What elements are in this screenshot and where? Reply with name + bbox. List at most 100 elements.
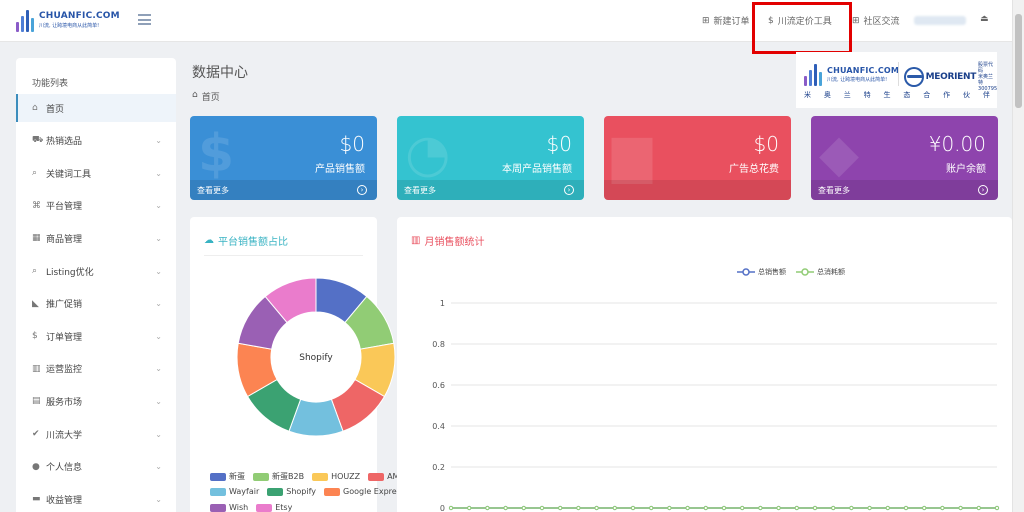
nav-new-order[interactable]: ⊞ 新建订单 xyxy=(702,14,750,28)
legend-label: Shopify xyxy=(286,487,317,496)
legend-label: HOUZZ xyxy=(331,472,361,481)
partner-banner[interactable]: CHUANFIC.COM 川流, 让跨境电商从此简单! MEORIENT 股票代… xyxy=(796,52,997,108)
series-point[interactable] xyxy=(558,505,563,511)
series-point[interactable] xyxy=(521,505,526,511)
series-point[interactable] xyxy=(758,505,763,511)
sidebar-item[interactable]: ⌘ 平台管理 ⌄ xyxy=(16,192,176,220)
page-scrollbar[interactable] xyxy=(1012,0,1024,512)
series-point[interactable] xyxy=(630,505,636,511)
series-point[interactable] xyxy=(903,505,909,511)
series-point[interactable] xyxy=(594,505,599,511)
sidebar-item[interactable]: ⛟ 热销选品 ⌄ xyxy=(16,127,176,155)
stat-more-link[interactable]: 查看更多 › xyxy=(397,180,584,200)
series-point[interactable] xyxy=(503,505,508,511)
sidebar-item[interactable]: ✔ 川流大学 ⌄ xyxy=(16,420,176,448)
legend-label: Wish xyxy=(229,503,249,512)
series-point[interactable] xyxy=(776,505,781,511)
user-name-redacted[interactable] xyxy=(914,16,966,25)
header-logo[interactable]: CHUANFIC.COM 川流, 让跨境电商从此简单! xyxy=(16,8,120,32)
breadcrumb[interactable]: ⌂ 首页 xyxy=(192,90,220,103)
series-point[interactable] xyxy=(539,505,545,511)
series-point[interactable] xyxy=(448,505,454,511)
series-point[interactable] xyxy=(467,505,472,511)
nav-community[interactable]: ⊞ 社区交流 xyxy=(852,14,900,28)
series-point[interactable] xyxy=(976,505,981,511)
plus-square-icon: ⊞ xyxy=(702,15,710,26)
user-icon: ● xyxy=(32,461,40,472)
sidebar-item[interactable]: ● 个人信息 ⌄ xyxy=(16,453,176,481)
slogan-char: 作 xyxy=(943,91,951,99)
series-point[interactable] xyxy=(831,505,836,511)
series-point[interactable] xyxy=(740,505,745,511)
series-point[interactable] xyxy=(485,505,490,511)
top-header: CHUANFIC.COM 川流, 让跨境电商从此简单! ⊞ 新建订单 $ 川流定… xyxy=(0,0,1012,42)
sidebar-item-label: 订单管理 xyxy=(46,332,83,343)
pie-legend-item[interactable]: 新蛋 xyxy=(210,471,245,482)
sidebar-item[interactable]: ⌕ Listing优化 ⌄ xyxy=(16,257,176,285)
line-chart[interactable]: 0 0.2 0.4 0.6 0.8 1 xyxy=(397,217,1012,512)
sidebar-item[interactable]: ⌂ 首页 xyxy=(16,94,176,122)
pie-legend-item[interactable]: Shopify xyxy=(267,487,316,496)
sidebar-item[interactable]: ▦ 商品管理 ⌄ xyxy=(16,224,176,252)
slogan-char: 兰 xyxy=(843,91,851,99)
series-point[interactable] xyxy=(612,505,617,511)
plus-square-icon: ⊞ xyxy=(852,15,860,26)
series-point[interactable] xyxy=(721,505,727,511)
stat-more-link[interactable]: › xyxy=(604,180,791,200)
pie-legend-item[interactable]: 新蛋B2B xyxy=(253,471,304,482)
legend-label: Wayfair xyxy=(229,487,260,496)
stat-more-link[interactable]: 查看更多 › xyxy=(190,180,377,200)
legend-swatch xyxy=(256,503,273,512)
partner-logo-meorient: MEORIENT 股票代码 米奥兰特 300795 xyxy=(904,62,998,92)
series-point[interactable] xyxy=(885,505,890,511)
bar-chart-watermark-icon: ▆ xyxy=(612,124,652,184)
series-point[interactable] xyxy=(940,505,945,511)
series-point[interactable] xyxy=(812,505,818,511)
series-point[interactable] xyxy=(994,505,1000,511)
y-tick-label: 0.4 xyxy=(432,422,445,431)
search-icon: ⌕ xyxy=(32,168,38,179)
series-point[interactable] xyxy=(794,505,799,511)
pie-legend-item[interactable]: Etsy xyxy=(256,503,292,512)
home-icon: ⌂ xyxy=(32,103,38,113)
series-point[interactable] xyxy=(867,505,872,511)
sidebar-item[interactable]: ▤ 服务市场 ⌄ xyxy=(16,387,176,415)
series-point[interactable] xyxy=(703,505,708,511)
y-tick-label: 0.2 xyxy=(432,463,445,472)
sidebar-item[interactable]: $ 订单管理 ⌄ xyxy=(16,322,176,350)
series-point[interactable] xyxy=(667,505,672,511)
pie-legend-item[interactable]: Wayfair xyxy=(210,487,259,496)
sidebar-item[interactable]: ⌕ 关键词工具 ⌄ xyxy=(16,159,176,187)
series-point[interactable] xyxy=(685,505,690,511)
stat-more-link[interactable]: 查看更多 › xyxy=(811,180,998,200)
sidebar-item-label: 个人信息 xyxy=(46,463,83,474)
series-point[interactable] xyxy=(922,505,927,511)
pie-legend-item[interactable]: Wish xyxy=(210,503,248,512)
sidebar-item[interactable]: ◣ 推广促销 ⌄ xyxy=(16,290,176,318)
dollar-icon: $ xyxy=(32,331,38,342)
partner-slogan: 米奥兰特生态合作伙伴 xyxy=(804,90,990,100)
legend-label: 新蛋B2B xyxy=(272,472,305,481)
pie-legend-item[interactable]: HOUZZ xyxy=(312,471,360,482)
nav-community-label: 社区交流 xyxy=(863,17,900,27)
logout-icon[interactable]: ⏏ xyxy=(980,14,989,24)
pie-legend-row: 新蛋 新蛋B2B HOUZZ AM xyxy=(210,471,399,482)
stat-label: 产品销售额 xyxy=(315,164,365,175)
legend-swatch xyxy=(210,487,226,496)
sidebar-item[interactable]: ▬ 收益管理 ⌄ xyxy=(16,485,176,512)
series-point[interactable] xyxy=(958,505,963,511)
sidebar-item-label: 首页 xyxy=(46,104,65,115)
chevron-down-icon: ⌄ xyxy=(155,331,162,341)
series-point[interactable] xyxy=(576,505,581,511)
pie-legend-item[interactable]: Google Express xyxy=(324,487,405,496)
series-point[interactable] xyxy=(649,505,654,511)
stat-card-weekly-sales: ◔ $0 本周产品销售额 查看更多 › xyxy=(397,116,584,200)
series-point[interactable] xyxy=(849,505,854,511)
sidebar-item[interactable]: ▥ 运营监控 ⌄ xyxy=(16,355,176,383)
platform-sales-panel: ☁ 平台销售额占比 Shopify 新蛋 新蛋B2B HOUZZ AM Wayfair S… xyxy=(190,217,405,512)
grid-icon: ▦ xyxy=(32,233,41,244)
scroll-thumb[interactable] xyxy=(1015,14,1022,108)
menu-toggle-icon[interactable] xyxy=(138,14,151,25)
pie-chart[interactable]: Shopify xyxy=(190,217,396,512)
pie-legend-item[interactable]: AM xyxy=(368,471,399,482)
